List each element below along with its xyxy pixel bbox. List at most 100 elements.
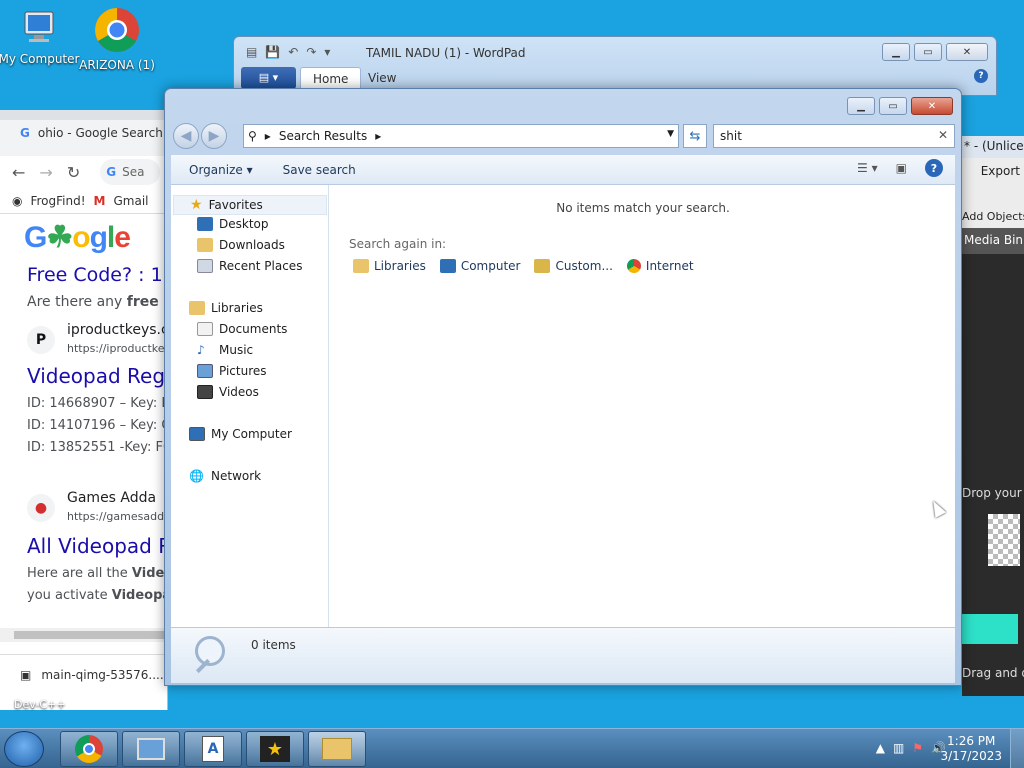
omnibox-text: Sea (122, 165, 145, 179)
nav-desktop[interactable]: Desktop (197, 217, 269, 231)
nav-network[interactable]: 🌐 Network (189, 469, 261, 483)
item-count: 0 items (251, 638, 296, 652)
result-url: https://iproductkey (67, 342, 168, 355)
search-results: G☘ogle Free Code? : 17 Are there any fre… (0, 214, 167, 654)
clock-date: 3/17/2023 (940, 749, 1002, 763)
network-tray-icon[interactable]: ▥ (893, 741, 904, 755)
back-button[interactable]: ◀ (173, 123, 199, 149)
clear-search-icon[interactable]: ✕ (938, 128, 948, 142)
close-button[interactable]: ✕ (946, 43, 988, 61)
omnibox[interactable]: G Sea (100, 159, 161, 185)
back-arrow-icon[interactable]: ← (12, 163, 25, 182)
save-search-button[interactable]: Save search (283, 163, 356, 177)
minimize-button[interactable]: ▁ (847, 97, 875, 115)
forward-button[interactable]: ▶ (201, 123, 227, 149)
search-again-computer[interactable]: Computer (439, 259, 520, 273)
result-line: you activate Videopad (27, 588, 167, 603)
horizontal-scrollbar[interactable] (0, 628, 167, 642)
google-logo[interactable]: G☘ogle (24, 220, 131, 255)
desktop-icon-label: ARIZONA (1) (79, 58, 155, 72)
explorer-window[interactable]: ▁ ▭ ✕ ◀ ▶ ⚲ ▸ Search Results ▸ ▼ ⇆ shit … (164, 88, 962, 686)
minimize-button[interactable]: ▁ (882, 43, 910, 61)
add-objects-button[interactable]: Add Objects (962, 184, 1024, 228)
desktop-icon-arizona[interactable]: ARIZONA (1) (72, 6, 162, 72)
media-bin-tab[interactable]: Media Bin (962, 228, 1024, 254)
nav-videos[interactable]: Videos (197, 385, 259, 399)
documents-icon (197, 322, 213, 336)
maximize-button[interactable]: ▭ (914, 43, 942, 61)
breadcrumb[interactable]: Search Results (279, 129, 367, 143)
taskbar-videopad[interactable]: ★ (246, 731, 304, 767)
folder-icon (197, 238, 213, 252)
result-url: https://gamesadda (67, 510, 168, 523)
wordpad-title: TAMIL NADU (1) - WordPad (366, 46, 526, 60)
taskbar-explorer[interactable] (308, 731, 366, 767)
reload-icon[interactable]: ↻ (67, 163, 80, 182)
taskbar: A ★ ▲ ▥ ⚑ 🔊 1:26 PM 3/17/2023 (0, 728, 1024, 768)
search-again-internet[interactable]: Internet (626, 259, 694, 273)
result-title[interactable]: Free Code? : 17 (27, 264, 167, 286)
nav-favorites[interactable]: ★ Favorites (173, 195, 327, 215)
add-objects-label: Add Objects (962, 210, 1024, 223)
taskbar-wordpad[interactable]: A (184, 731, 242, 767)
system-clock[interactable]: 1:26 PM 3/17/2023 (940, 734, 1002, 764)
close-button[interactable]: ✕ (911, 97, 953, 115)
taskbar-photo-viewer[interactable] (122, 731, 180, 767)
refresh-button[interactable]: ⇆ (683, 124, 707, 148)
chrome-tab[interactable]: Gohio - Google Search (0, 120, 167, 156)
customize-dropdown-icon[interactable]: ▾ (324, 45, 330, 59)
search-again-custom[interactable]: Custom... (534, 259, 613, 273)
nav-documents[interactable]: Documents (197, 322, 287, 336)
help-icon[interactable]: ? (925, 159, 943, 177)
forward-arrow-icon[interactable]: → (39, 163, 52, 182)
nav-pictures[interactable]: Pictures (197, 364, 267, 378)
taskbar-chrome[interactable] (60, 731, 118, 767)
action-center-icon[interactable]: ⚑ (912, 741, 923, 755)
help-icon[interactable]: ? (974, 69, 988, 83)
address-bar[interactable]: ⚲ ▸ Search Results ▸ ▼ (243, 124, 679, 148)
undo-icon[interactable]: ↶ (288, 45, 298, 59)
bookmark-frogfind[interactable]: FrogFind! (30, 194, 85, 208)
preview-pane-icon[interactable]: ▣ (896, 161, 907, 175)
maximize-button[interactable]: ▭ (879, 97, 907, 115)
bookmark-gmail[interactable]: Gmail (114, 194, 149, 208)
quick-access-toolbar: ▤ 💾 ↶ ↷ ▾ (246, 45, 330, 59)
nav-recent-places[interactable]: Recent Places (197, 259, 302, 273)
export-button[interactable]: Export (962, 158, 1024, 184)
computer-icon (439, 259, 456, 273)
result-line: ID: 13852551 -Key: FC (27, 440, 168, 455)
desktop-icon-label: My Computer (0, 52, 80, 66)
chrome-window[interactable]: Gohio - Google Search ← → ↻ G Sea ◉ Frog… (0, 110, 168, 710)
custom-folder-icon (534, 259, 551, 273)
show-hidden-icons-icon[interactable]: ▲ (876, 741, 885, 755)
music-icon: ♪ (197, 343, 205, 357)
timeline-clip[interactable] (962, 614, 1018, 644)
result-title[interactable]: Videopad Regis (27, 364, 167, 388)
result-title[interactable]: All Videopad Re (27, 534, 167, 558)
nav-my-computer[interactable]: My Computer (189, 427, 292, 441)
desktop-icon-devc-label[interactable]: Dev-C++ (14, 698, 66, 711)
nav-downloads[interactable]: Downloads (197, 238, 285, 252)
app-menu-button[interactable]: ▤ ▾ (241, 67, 296, 89)
chrome-icon (93, 6, 141, 54)
start-button[interactable] (4, 731, 44, 767)
show-desktop-button[interactable] (1010, 729, 1024, 768)
search-input[interactable]: shit ✕ (713, 124, 955, 148)
scrollbar-thumb[interactable] (14, 631, 164, 639)
clip-thumbnail[interactable] (988, 514, 1020, 566)
download-item[interactable]: ▣ main-qimg-53576.... (0, 654, 167, 694)
redo-icon[interactable]: ↷ (306, 45, 316, 59)
chevron-right-icon: ▸ (375, 129, 382, 143)
search-again-libraries[interactable]: Libraries (353, 259, 426, 273)
organize-button[interactable]: Organize ▾ (189, 163, 253, 177)
nav-music[interactable]: ♪ Music (197, 343, 253, 357)
chrome-tabstrip: Gohio - Google Search (0, 110, 167, 156)
chevron-down-icon[interactable]: ▼ (667, 129, 674, 139)
nav-libraries[interactable]: Libraries (189, 301, 263, 315)
desktop-icon (197, 217, 213, 231)
save-icon[interactable]: 💾 (265, 45, 280, 59)
videopad-window[interactable]: * - (Unlicen Export Add Objects Media Bi… (962, 136, 1024, 696)
wordpad-window[interactable]: ▤ 💾 ↶ ↷ ▾ TAMIL NADU (1) - WordPad ▁ ▭ ✕… (233, 36, 997, 96)
videopad-title: * - (Unlicen (962, 136, 1024, 158)
view-options-icon[interactable]: ☰ ▾ (857, 161, 878, 175)
